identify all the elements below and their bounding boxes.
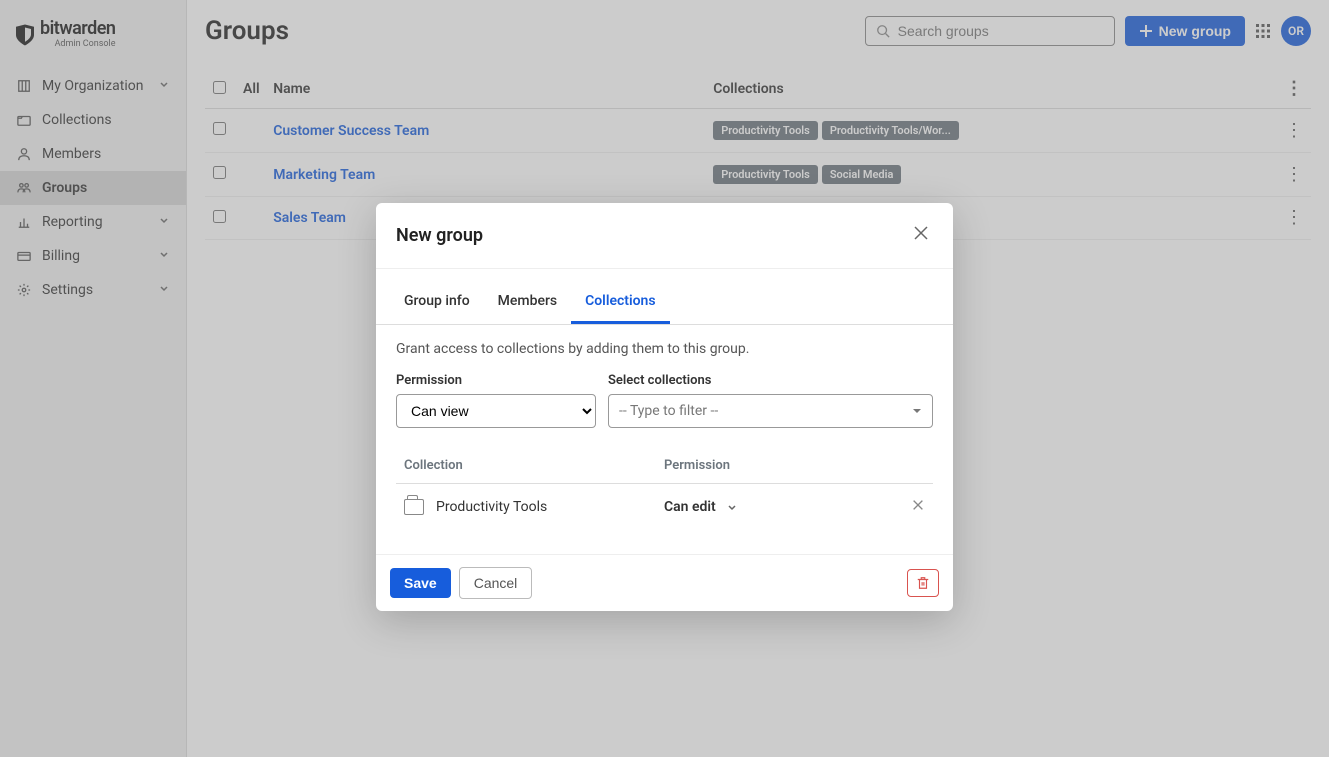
modal-close-button[interactable] [909, 221, 933, 250]
collections-assigned-table: Collection Permission Productivity Tools… [396, 448, 933, 530]
modal-footer: Save Cancel [376, 554, 953, 611]
save-button[interactable]: Save [390, 568, 451, 598]
delete-button[interactable] [907, 569, 939, 597]
close-icon [913, 225, 929, 241]
remove-collection-button[interactable] [895, 498, 925, 516]
assigned-collection-row: Productivity Tools Can edit [396, 484, 933, 530]
cancel-button[interactable]: Cancel [459, 567, 533, 599]
chevron-down-icon [726, 501, 738, 513]
new-group-modal: New group Group info Members Collections… [376, 203, 953, 611]
trash-icon [916, 576, 930, 590]
collection-icon [404, 499, 424, 515]
modal-help-text: Grant access to collections by adding th… [396, 341, 933, 357]
close-icon [911, 498, 925, 512]
modal-body: Grant access to collections by adding th… [376, 325, 953, 554]
modal-header: New group [376, 203, 953, 269]
coll-col-collection: Collection [404, 458, 664, 473]
coll-col-permission: Permission [664, 458, 895, 473]
tab-collections[interactable]: Collections [571, 281, 669, 324]
row-permission-select[interactable]: Can edit [664, 499, 895, 515]
select-collections-label: Select collections [608, 373, 933, 388]
caret-down-icon [912, 406, 922, 416]
permission-value: Can edit [664, 499, 716, 515]
collection-name: Productivity Tools [436, 499, 547, 515]
permission-label: Permission [396, 373, 596, 388]
modal-tabs: Group info Members Collections [376, 281, 953, 325]
modal-title: New group [396, 225, 483, 246]
modal-overlay: New group Group info Members Collections… [0, 0, 1329, 757]
permission-select[interactable]: Can view [396, 394, 596, 428]
filter-placeholder: -- Type to filter -- [619, 403, 718, 419]
tab-members[interactable]: Members [484, 281, 571, 324]
tab-group-info[interactable]: Group info [390, 281, 484, 324]
collection-filter[interactable]: -- Type to filter -- [608, 394, 933, 428]
